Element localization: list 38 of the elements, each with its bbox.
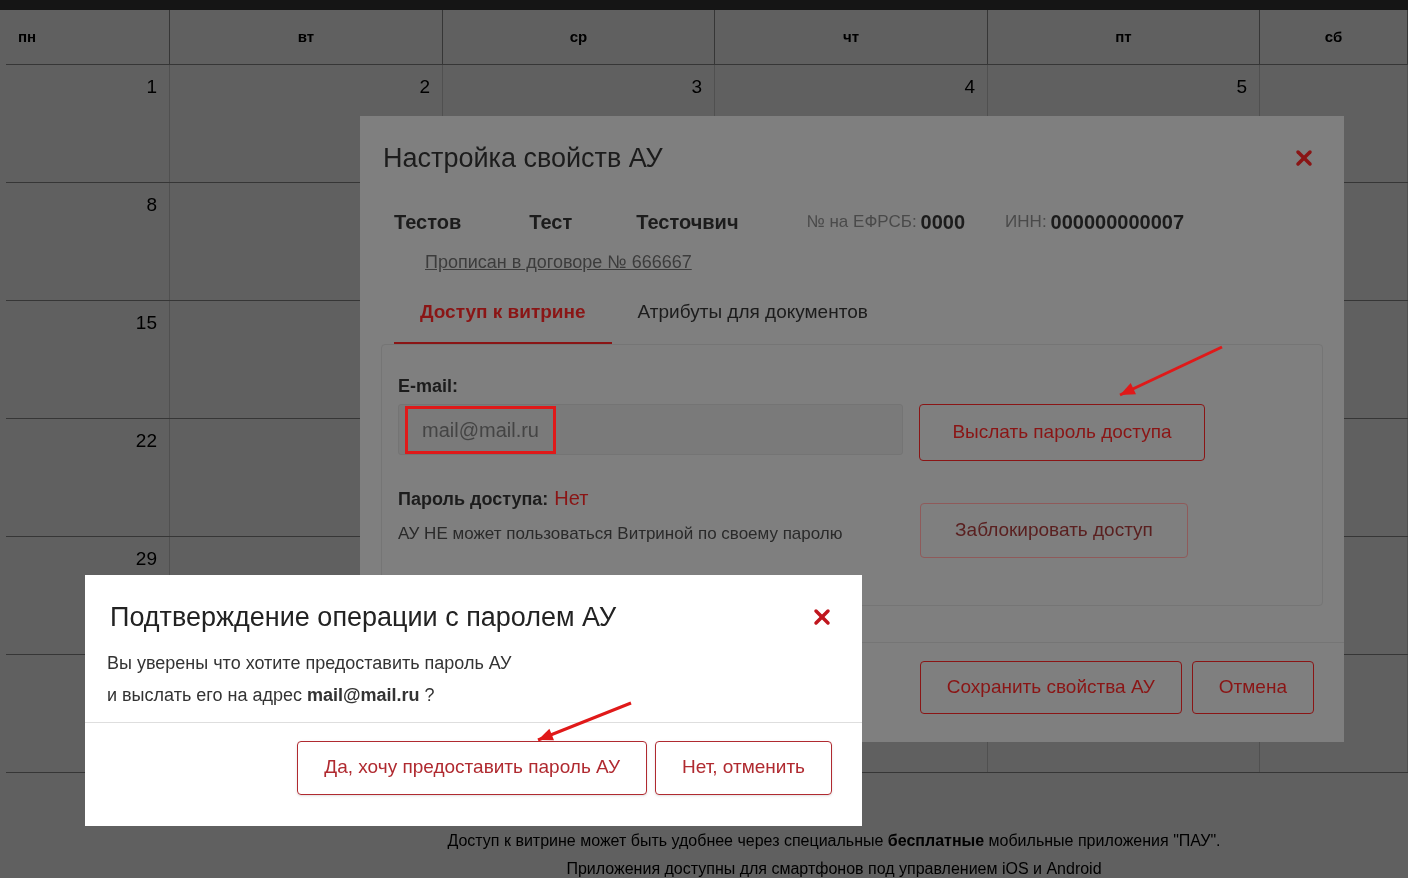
weekday-header: ср [569,26,588,47]
password-status: Нет [554,486,589,511]
day-number: 1 [146,75,157,99]
dialog-title: Настройка свойств АУ [383,142,663,175]
info-text: Приложения доступны для смартфонов под управлением iOS и Android [566,859,1102,878]
day-number: 15 [135,311,157,335]
weekday-header: пт [1115,26,1132,47]
tab[interactable]: Атрибуты для документов [611,297,894,345]
save-button[interactable]: Сохранить свойства АУ [919,661,1182,714]
weekday-header: вт [297,26,315,47]
person-name: Тесточвич [636,209,739,235]
confirm-message: Вы уверены что хотите предоставить пароль АУ [107,651,513,674]
person-name: Тест [529,209,573,235]
day-number: 3 [691,75,702,99]
contract-link[interactable]: Прописан в договоре № 666667 [425,251,692,272]
day-number: 4 [964,75,975,99]
tab[interactable]: Доступ к витрине [394,297,612,345]
day-number: 2 [419,75,430,99]
send-password-button[interactable]: Выслать пароль доступа [919,404,1205,461]
confirm-button[interactable]: Да, хочу предоставить пароль АУ [297,740,647,795]
password-label: Пароль доступа: [398,488,549,511]
weekday-header: пн [18,26,37,47]
email-label: E-mail: [398,375,459,398]
cancel-button[interactable]: Отмена [1191,661,1314,714]
dialog-title: Подтверждение операции с паролем АУ [110,601,617,634]
confirm-message: и выслать его на адрес mail@mail.ru ? [107,683,436,706]
inn-number: 000000000007 [1050,209,1185,235]
info-text: Доступ к витрине может быть удобнее через специальные бесплатные мобильные приложения "ПАУ". [447,831,1221,851]
password-note: АУ НЕ может пользоваться Витриной по своему паролю [398,523,844,545]
day-number: 29 [135,547,157,571]
day-number: 5 [1236,75,1247,99]
weekday-header: чт [842,26,860,47]
day-number: 22 [135,429,157,453]
day-number: 8 [146,193,157,217]
weekday-header: сб [1324,26,1343,47]
cancel-button[interactable]: Нет, отменить [655,740,832,795]
efrsb-number: 0000 [920,209,966,235]
person-name: Тестов [394,209,462,235]
